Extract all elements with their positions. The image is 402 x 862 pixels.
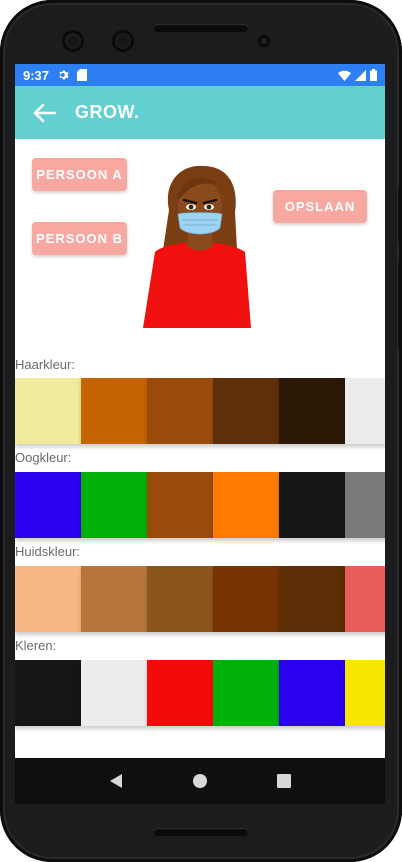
color-swatch[interactable] — [15, 472, 81, 538]
color-swatch[interactable] — [81, 472, 147, 538]
color-swatch[interactable] — [279, 378, 345, 444]
home-circle-icon[interactable] — [192, 773, 208, 789]
swatch-row — [15, 660, 385, 726]
persoon-b-button[interactable]: PERSOON B — [32, 222, 127, 255]
android-nav-bar — [15, 758, 385, 804]
section-label: Haarkleur: — [15, 357, 75, 372]
sd-card-icon — [77, 69, 88, 81]
signal-icon — [355, 69, 366, 81]
bottom-speaker — [154, 828, 248, 836]
front-camera-left — [62, 30, 84, 52]
shirt — [143, 242, 251, 328]
swatch-row — [15, 472, 385, 538]
section-label: Huidskleur: — [15, 544, 81, 559]
app-title: GROW. — [75, 102, 140, 122]
swatch-row — [15, 378, 385, 444]
status-bar: 9:37 — [15, 64, 385, 86]
left-pupil — [188, 204, 194, 210]
app-bar: GROW. — [15, 86, 385, 139]
color-swatch[interactable] — [147, 378, 213, 444]
persoon-a-button[interactable]: PERSOON A — [32, 158, 127, 191]
color-swatch[interactable] — [345, 660, 385, 726]
arrow-back-icon[interactable] — [15, 86, 75, 139]
recents-square-icon[interactable] — [276, 774, 291, 788]
right-pupil — [206, 204, 212, 210]
color-swatch[interactable] — [279, 660, 345, 726]
volume-button — [398, 186, 402, 242]
color-swatch[interactable] — [213, 566, 279, 632]
app-screen: 9:37 GROW. PERSOON A PERSOON B OPSLAAN H… — [15, 64, 385, 804]
color-swatch[interactable] — [147, 660, 213, 726]
color-swatch[interactable] — [279, 566, 345, 632]
status-time: 9:37 — [23, 67, 50, 83]
swatch-row — [15, 566, 385, 632]
color-swatch[interactable] — [345, 472, 385, 538]
front-camera-right — [112, 30, 134, 52]
face-mask — [177, 212, 223, 235]
color-swatch[interactable] — [345, 566, 385, 632]
color-swatch[interactable] — [147, 566, 213, 632]
color-swatch[interactable] — [279, 472, 345, 538]
back-triangle-icon[interactable] — [109, 773, 123, 789]
color-swatch[interactable] — [81, 378, 147, 444]
power-button — [398, 262, 402, 348]
opslaan-button[interactable]: OPSLAAN — [273, 190, 367, 223]
color-swatch[interactable] — [15, 378, 81, 444]
color-swatch[interactable] — [147, 472, 213, 538]
color-swatch[interactable] — [81, 566, 147, 632]
color-swatch[interactable] — [213, 472, 279, 538]
front-sensor — [258, 35, 270, 47]
color-swatch[interactable] — [345, 378, 385, 444]
battery-icon — [370, 69, 377, 81]
wifi-icon — [338, 70, 351, 81]
color-swatch[interactable] — [15, 566, 81, 632]
top-speaker — [154, 24, 248, 32]
color-swatch[interactable] — [15, 660, 81, 726]
section-label: Oogkleur: — [15, 450, 72, 465]
avatar-figure — [143, 165, 251, 328]
color-swatch[interactable] — [213, 378, 279, 444]
section-label: Kleren: — [15, 638, 57, 653]
color-swatch[interactable] — [213, 660, 279, 726]
color-swatch[interactable] — [81, 660, 147, 726]
gear-icon — [58, 69, 70, 81]
